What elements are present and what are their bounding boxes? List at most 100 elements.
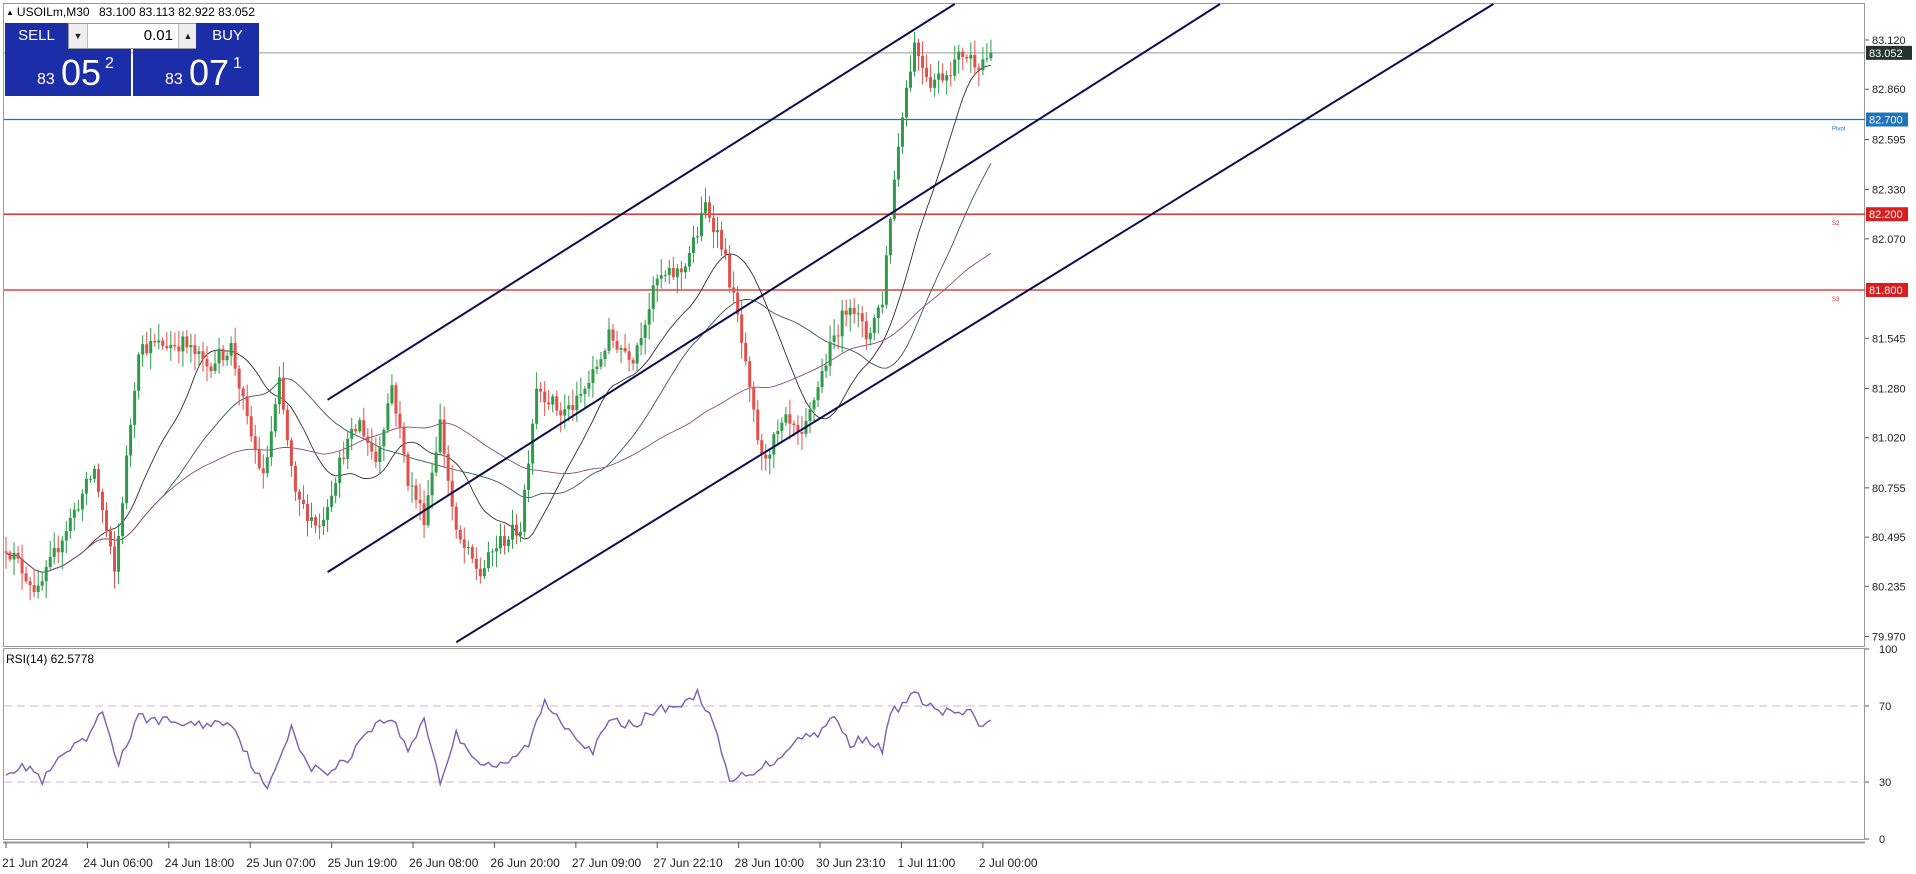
price-tick-label: 80.235	[1872, 581, 1906, 593]
candle-body	[579, 394, 583, 396]
candle-body	[92, 468, 96, 479]
price-tick-label: 82.860	[1872, 84, 1906, 96]
candle-body	[88, 478, 92, 480]
candle-body	[699, 212, 703, 237]
rsi-tick-label: 70	[1879, 701, 1891, 713]
price-tick-label: 82.595	[1872, 134, 1906, 146]
candle-body	[949, 75, 953, 77]
time-tick-label: 1 Jul 11:00	[897, 856, 955, 870]
lot-size-field[interactable]: ▼ 0.01 ▲	[68, 23, 198, 49]
candle-body	[225, 355, 229, 361]
sell-price-quote[interactable]: 83 05 2	[5, 49, 131, 96]
sell-price-prefix: 83	[37, 71, 55, 88]
candle-body	[470, 547, 474, 559]
candle-body	[4, 551, 8, 553]
candle-body	[591, 369, 595, 383]
candle-body	[981, 59, 985, 71]
candle-body	[876, 307, 880, 318]
candle-body	[233, 342, 237, 369]
candle-body	[752, 386, 756, 410]
time-tick-label: 26 Jun 08:00	[409, 856, 479, 870]
price-tick-label: 81.280	[1872, 383, 1906, 395]
candle-body	[390, 385, 394, 404]
candle-body	[72, 509, 76, 518]
candle-body	[366, 436, 370, 443]
candle-body	[712, 217, 716, 233]
candle-body	[929, 77, 933, 88]
candle-body	[133, 390, 137, 425]
candle-body	[671, 267, 675, 278]
time-tick-label: 24 Jun 06:00	[83, 856, 153, 870]
price-tick-label: 83.120	[1872, 35, 1906, 47]
candle-body	[933, 79, 937, 88]
candle-body	[269, 431, 273, 458]
time-tick-label: 26 Jun 20:00	[490, 856, 560, 870]
candle-body	[113, 546, 117, 572]
channel-line-3	[455, 3, 1494, 644]
time-axis: 21 Jun 2024 24 Jun 06:00 24 Jun 18:00 25 Ju…	[2, 842, 1038, 870]
candle-body	[229, 342, 233, 356]
candle-body	[989, 52, 993, 59]
candle-body	[301, 499, 305, 505]
candle-body	[917, 42, 921, 57]
buy-price-quote[interactable]: 83 07 1	[133, 49, 259, 96]
candle-body	[474, 558, 478, 569]
price-tick-label: 82.070	[1872, 234, 1906, 246]
candle-body	[237, 368, 241, 389]
symbol-name: USOILm,M30	[16, 5, 90, 19]
candle-body	[334, 483, 338, 496]
candle-body	[358, 420, 362, 432]
candle-body	[571, 405, 575, 411]
candle-body	[149, 340, 153, 354]
candle-body	[599, 359, 603, 367]
candle-body	[141, 344, 145, 355]
candle-body	[703, 202, 707, 213]
level-name-s3: S3	[1832, 297, 1840, 303]
candle-body	[426, 495, 430, 526]
candle-body	[780, 422, 784, 432]
candle-body	[820, 370, 824, 388]
candle-body	[687, 253, 691, 267]
sell-button[interactable]: SELL	[5, 23, 68, 49]
lot-size-value[interactable]: 0.01	[89, 24, 177, 48]
candle-body	[261, 468, 265, 474]
candle-body	[137, 354, 141, 391]
candle-body	[185, 336, 189, 348]
candle-body	[80, 493, 84, 510]
candle-body	[691, 237, 695, 254]
buy-button[interactable]: BUY	[196, 23, 259, 49]
candle-body	[209, 366, 213, 372]
candle-body	[888, 218, 892, 256]
candle-body	[410, 485, 414, 487]
candle-body	[398, 413, 402, 428]
candle-body	[197, 351, 201, 354]
candle-body	[44, 567, 48, 582]
candle-body	[639, 337, 643, 346]
candle-body	[925, 67, 929, 78]
candle-body	[740, 314, 744, 343]
candle-body	[482, 568, 486, 577]
lot-increase-icon[interactable]: ▲	[178, 24, 197, 48]
candle-body	[253, 436, 257, 450]
candle-body	[157, 340, 161, 343]
candle-body	[896, 146, 900, 180]
candle-body	[48, 556, 52, 568]
candle-body	[852, 307, 856, 314]
candle-body	[394, 385, 398, 414]
candle-body	[515, 524, 519, 536]
candle-body	[422, 503, 426, 526]
candle-body	[24, 573, 28, 582]
lot-decrease-icon[interactable]: ▼	[69, 24, 88, 48]
sell-price-big: 05	[61, 52, 102, 93]
candle-body	[64, 531, 68, 541]
candle-body	[904, 87, 908, 118]
rsi-pane: 100 70 30 0	[4, 644, 1897, 846]
collapse-triangle-icon[interactable]: ▲	[6, 8, 14, 17]
candle-body	[832, 335, 836, 342]
candle-body	[603, 350, 607, 360]
candle-body	[985, 58, 989, 60]
candle-body	[173, 344, 177, 347]
candle-body	[370, 442, 374, 452]
candle-body	[310, 517, 314, 521]
price-tick-label: 79.970	[1872, 632, 1906, 644]
